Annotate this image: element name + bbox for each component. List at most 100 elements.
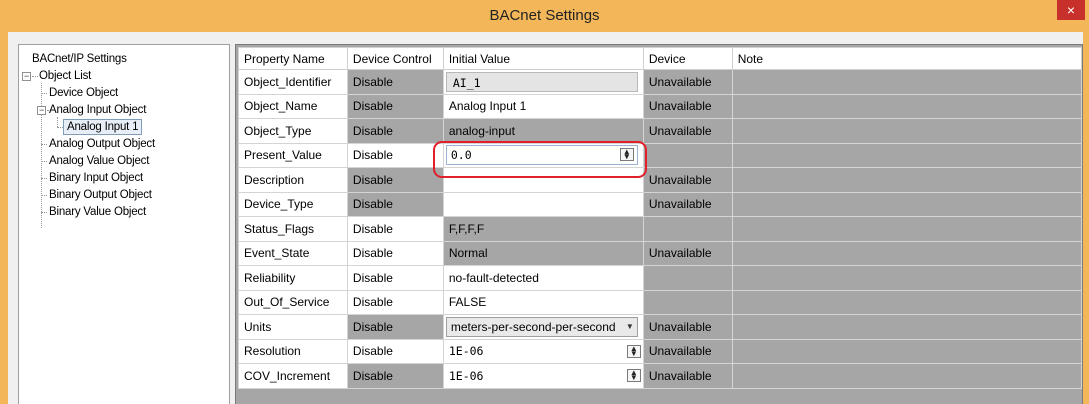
note-cell[interactable] [731, 191, 1083, 217]
object-type-value: analog-input [442, 118, 644, 144]
device-cell: Unavailable [642, 363, 733, 389]
tree-item-binary-value-object[interactable]: Binary Value Object [49, 204, 146, 220]
property-name: Resolution [238, 338, 348, 364]
column-header-note[interactable]: Note [731, 47, 1083, 70]
tree-item-binary-input-object[interactable]: Binary Input Object [49, 170, 143, 186]
table-row: COV_Increment Disable 1E-06 ▲ ▼ Unavailabl… [238, 363, 1083, 389]
close-icon: × [1066, 2, 1076, 18]
table-row: Object_Type Disable analog-input Unavail… [238, 118, 1083, 144]
initial-value-cell: 0.0 ▲ ▼ [442, 142, 644, 168]
note-cell[interactable] [731, 142, 1083, 168]
table-row: Event_State Disable Normal Unavailable [238, 240, 1083, 266]
tree-connector [41, 195, 47, 196]
device-cell: Unavailable [642, 314, 733, 340]
note-cell[interactable] [731, 216, 1083, 242]
object-name-field[interactable]: Analog Input 1 [442, 93, 644, 119]
note-cell[interactable] [731, 289, 1083, 315]
table-row: Status_Flags Disable F,F,F,F [238, 216, 1083, 242]
initial-value-cell: AI_1 [442, 69, 644, 95]
device-control-cell[interactable]: Disable [346, 93, 444, 119]
property-name: Description [238, 167, 348, 193]
table-row: Units Disable meters-per-second-per-seco… [238, 314, 1083, 340]
table-row: Reliability Disable no-fault-detected [238, 265, 1083, 291]
tree-item-analog-value-object[interactable]: Analog Value Object [49, 153, 149, 169]
tree-connector [41, 161, 47, 162]
spinner-icon[interactable]: ▲ ▼ [626, 344, 641, 358]
device-cell: Unavailable [642, 167, 733, 193]
reliability-field[interactable]: no-fault-detected [442, 265, 644, 291]
property-name: Status_Flags [238, 216, 348, 242]
column-header-property-name[interactable]: Property Name [238, 47, 348, 70]
note-cell[interactable] [731, 167, 1083, 193]
property-name: Present_Value [238, 142, 348, 168]
table-row: Description Disable Unavailable [238, 167, 1083, 193]
column-header-device-control[interactable]: Device Control [346, 47, 444, 70]
initial-value-cell: 1E-06 ▲ ▼ [442, 363, 644, 389]
device-control-cell[interactable]: Disable [346, 289, 444, 315]
tree-connector [41, 144, 47, 145]
note-cell[interactable] [731, 338, 1083, 364]
device-cell [642, 216, 733, 242]
tree-connector [41, 93, 47, 94]
tree-item-device-object[interactable]: Device Object [49, 85, 118, 101]
note-cell[interactable] [731, 265, 1083, 291]
property-grid: Property Name Device Control Initial Val… [235, 44, 1083, 404]
device-control-cell[interactable]: Disable [346, 265, 444, 291]
table-row: Out_Of_Service Disable FALSE [238, 289, 1083, 315]
device-control-cell[interactable]: Disable [346, 118, 444, 144]
tree-connector [41, 212, 47, 213]
initial-value-cell: meters-per-second-per-second ▼ [442, 314, 644, 340]
tree-item-binary-output-object[interactable]: Binary Output Object [49, 187, 152, 203]
dialog-body: BACnet/IP Settings − Object List Device … [8, 32, 1083, 404]
cov-increment-input[interactable]: 1E-06 [449, 369, 484, 383]
object-tree[interactable]: BACnet/IP Settings − Object List Device … [18, 44, 230, 404]
chevron-down-icon[interactable]: ▼ [626, 318, 634, 336]
property-table: Property Name Device Control Initial Val… [238, 47, 1083, 389]
device-control-cell[interactable]: Disable [346, 240, 444, 266]
units-select[interactable]: meters-per-second-per-second ▼ [445, 316, 638, 337]
device-cell: Unavailable [642, 240, 733, 266]
device-control-cell[interactable]: Disable [346, 363, 444, 389]
tree-connector [41, 178, 47, 179]
tree-item-bacnet-ip-settings[interactable]: BACnet/IP Settings [32, 51, 127, 67]
tree-item-analog-output-object[interactable]: Analog Output Object [49, 136, 155, 152]
device-control-cell[interactable]: Disable [346, 142, 444, 168]
collapse-icon[interactable]: − [22, 72, 31, 81]
spinner-icon[interactable]: ▲ ▼ [626, 369, 641, 382]
device-type-field[interactable] [442, 191, 644, 217]
close-button[interactable]: × [1057, 0, 1085, 20]
device-cell [642, 289, 733, 315]
property-name: Object_Name [238, 93, 348, 119]
resolution-input[interactable]: 1E-06 [449, 344, 484, 358]
tree-item-object-list[interactable]: Object List [39, 68, 91, 84]
device-control-cell[interactable]: Disable [346, 69, 444, 95]
present-value-input[interactable]: 0.0 ▲ ▼ [445, 145, 638, 166]
table-row: Resolution Disable 1E-06 ▲ ▼ Unavailable [238, 338, 1083, 364]
note-cell[interactable] [731, 118, 1083, 144]
tree-item-analog-input-1[interactable]: Analog Input 1 [63, 119, 143, 135]
collapse-icon[interactable]: − [37, 106, 46, 115]
note-cell[interactable] [731, 69, 1083, 95]
device-control-cell[interactable]: Disable [346, 216, 444, 242]
property-name: Event_State [238, 240, 348, 266]
device-control-cell[interactable]: Disable [346, 314, 444, 340]
device-control-cell[interactable]: Disable [346, 167, 444, 193]
window-title: BACnet Settings [489, 7, 600, 24]
table-row: Object_Identifier Disable AI_1 Unavailab… [238, 69, 1083, 95]
tree-item-analog-input-object[interactable]: Analog Input Object [49, 102, 146, 118]
note-cell[interactable] [731, 363, 1083, 389]
note-cell[interactable] [731, 240, 1083, 266]
title-bar[interactable]: BACnet Settings × [0, 0, 1089, 32]
out-of-service-field[interactable]: FALSE [442, 289, 644, 315]
table-row: Object_Name Disable Analog Input 1 Unava… [238, 93, 1083, 119]
column-header-initial-value[interactable]: Initial Value [442, 47, 644, 70]
device-control-cell[interactable]: Disable [346, 191, 444, 217]
column-header-device[interactable]: Device [642, 47, 733, 70]
note-cell[interactable] [731, 93, 1083, 119]
device-control-cell[interactable]: Disable [346, 338, 444, 364]
spinner-icon[interactable]: ▲ ▼ [619, 148, 634, 162]
description-field[interactable] [442, 167, 644, 193]
table-row: Device_Type Disable Unavailable [238, 191, 1083, 217]
note-cell[interactable] [731, 314, 1083, 340]
property-name: Out_Of_Service [238, 289, 348, 315]
